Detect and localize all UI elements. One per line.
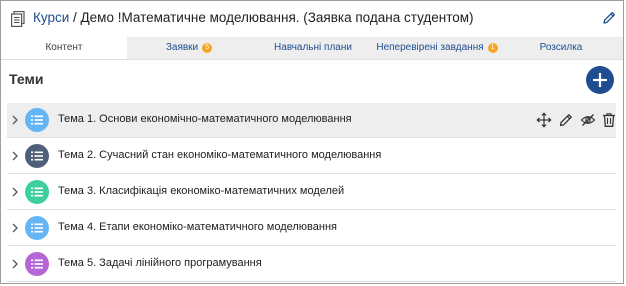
topic-row[interactable]: Тема 3. Класифікація економіко-математич…: [7, 175, 616, 210]
count-badge: 5: [202, 43, 213, 53]
document-icon: [11, 11, 25, 27]
topic-icon: [25, 216, 49, 240]
topic-title[interactable]: Тема 5. Задачі лінійного програмування: [58, 257, 262, 269]
tab-content[interactable]: Контент: [1, 37, 127, 59]
topic-title[interactable]: Тема 2. Сучасний стан економіко-математи…: [58, 149, 381, 161]
trash-icon[interactable]: [601, 112, 617, 128]
chevron-right-icon[interactable]: [11, 187, 19, 197]
chevron-right-icon[interactable]: [11, 115, 19, 125]
page-title: Курси / Демо !Математичне моделювання. (…: [33, 10, 474, 25]
breadcrumb-courses-link[interactable]: Курси: [33, 10, 69, 25]
pencil-icon[interactable]: [558, 112, 574, 128]
chevron-right-icon[interactable]: [11, 223, 19, 233]
tab-label: Неперевірені завдання: [376, 42, 484, 53]
topic-row[interactable]: Тема 1. Основи економічно-математичного …: [7, 103, 616, 138]
topic-title[interactable]: Тема 3. Класифікація економіко-математич…: [58, 185, 344, 197]
chevron-right-icon[interactable]: [11, 151, 19, 161]
tab-mailing[interactable]: Розсилка: [499, 37, 623, 59]
list-icon: [31, 187, 43, 197]
tab-study-plans[interactable]: Навчальні плани: [251, 37, 375, 59]
eye-off-icon[interactable]: [580, 112, 596, 128]
chevron-right-icon[interactable]: [11, 259, 19, 269]
tab-bar: Контент Заявки 5 Навчальні плани Непереві…: [1, 37, 623, 60]
topic-row[interactable]: Тема 5. Задачі лінійного програмування: [7, 247, 616, 282]
tab-label: Заявки: [165, 42, 199, 53]
course-title: Демо !Математичне моделювання. (Заявка п…: [80, 10, 474, 25]
topic-title[interactable]: Тема 1. Основи економічно-математичного …: [58, 113, 352, 125]
topic-icon: [25, 252, 49, 276]
tab-label: Розсилка: [539, 42, 583, 53]
topic-row[interactable]: Тема 2. Сучасний стан економіко-математи…: [7, 139, 616, 174]
list-icon: [31, 151, 43, 161]
topic-title[interactable]: Тема 4. Етапи економіко-математичного мо…: [58, 221, 337, 233]
section-title: Теми: [9, 71, 44, 87]
tab-requests[interactable]: Заявки 5: [127, 37, 251, 59]
tab-label: Контент: [45, 42, 83, 53]
list-icon: [31, 223, 43, 233]
topic-icon: [25, 180, 49, 204]
plus-icon: [593, 73, 607, 87]
count-badge: 1: [487, 43, 498, 53]
pencil-icon[interactable]: [601, 10, 617, 26]
tab-unchecked-tasks[interactable]: Неперевірені завдання 1: [375, 37, 499, 59]
breadcrumb-separator: /: [69, 10, 81, 25]
page-header: Курси / Демо !Математичне моделювання. (…: [0, 0, 624, 36]
list-icon: [31, 115, 43, 125]
topic-icon: [25, 144, 49, 168]
move-icon[interactable]: [536, 112, 552, 128]
topic-icon: [25, 108, 49, 132]
list-icon: [31, 259, 43, 269]
tab-label: Навчальні плани: [274, 42, 352, 53]
add-topic-button[interactable]: [586, 66, 614, 94]
topic-row[interactable]: Тема 4. Етапи економіко-математичного мо…: [7, 211, 616, 246]
